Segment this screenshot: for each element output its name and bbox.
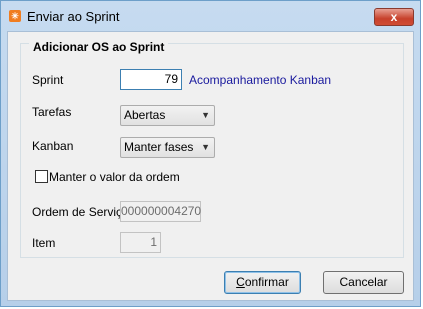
window-title: Enviar ao Sprint (27, 9, 120, 24)
ordem-servico-label: Ordem de Serviço (32, 205, 129, 219)
kanban-select[interactable]: Manter fases ▼ (120, 137, 215, 158)
title-bar[interactable]: ✳ Enviar ao Sprint x (1, 1, 420, 31)
kanban-label: Kanban (32, 139, 74, 153)
ordem-servico-input[interactable]: 000000004270 (120, 201, 201, 222)
group-title: Adicionar OS ao Sprint (29, 40, 169, 54)
chevron-down-icon: ▼ (201, 110, 210, 120)
tarefas-selected: Abertas (124, 108, 166, 122)
chevron-down-icon: ▼ (201, 142, 210, 152)
confirm-label: onfirmar (244, 275, 289, 289)
cancel-button[interactable]: Cancelar (323, 271, 404, 294)
item-input[interactable]: 1 (120, 232, 161, 253)
close-button[interactable]: x (374, 8, 414, 26)
tarefas-select[interactable]: Abertas ▼ (120, 105, 215, 126)
app-logo-icon: ✳ (9, 10, 21, 22)
add-os-group: Adicionar OS ao Sprint Sprint 79 Acompan… (20, 40, 404, 258)
item-label: Item (32, 236, 56, 250)
keep-order-checkbox[interactable] (35, 170, 48, 183)
sprint-description: Acompanhamento Kanban (189, 73, 332, 87)
confirm-button[interactable]: Confirmar (224, 271, 301, 294)
confirm-accelerator: C (236, 275, 245, 289)
sprint-label: Sprint (32, 73, 64, 87)
keep-order-label[interactable]: Manter o valor da ordem (49, 170, 180, 184)
kanban-selected: Manter fases (124, 140, 194, 154)
dialog-window: ✳ Enviar ao Sprint x Adicionar OS ao Spr… (0, 0, 421, 307)
sprint-input[interactable]: 79 (120, 69, 182, 90)
dialog-body: Adicionar OS ao Sprint Sprint 79 Acompan… (7, 31, 414, 301)
tarefas-label: Tarefas (32, 105, 72, 119)
